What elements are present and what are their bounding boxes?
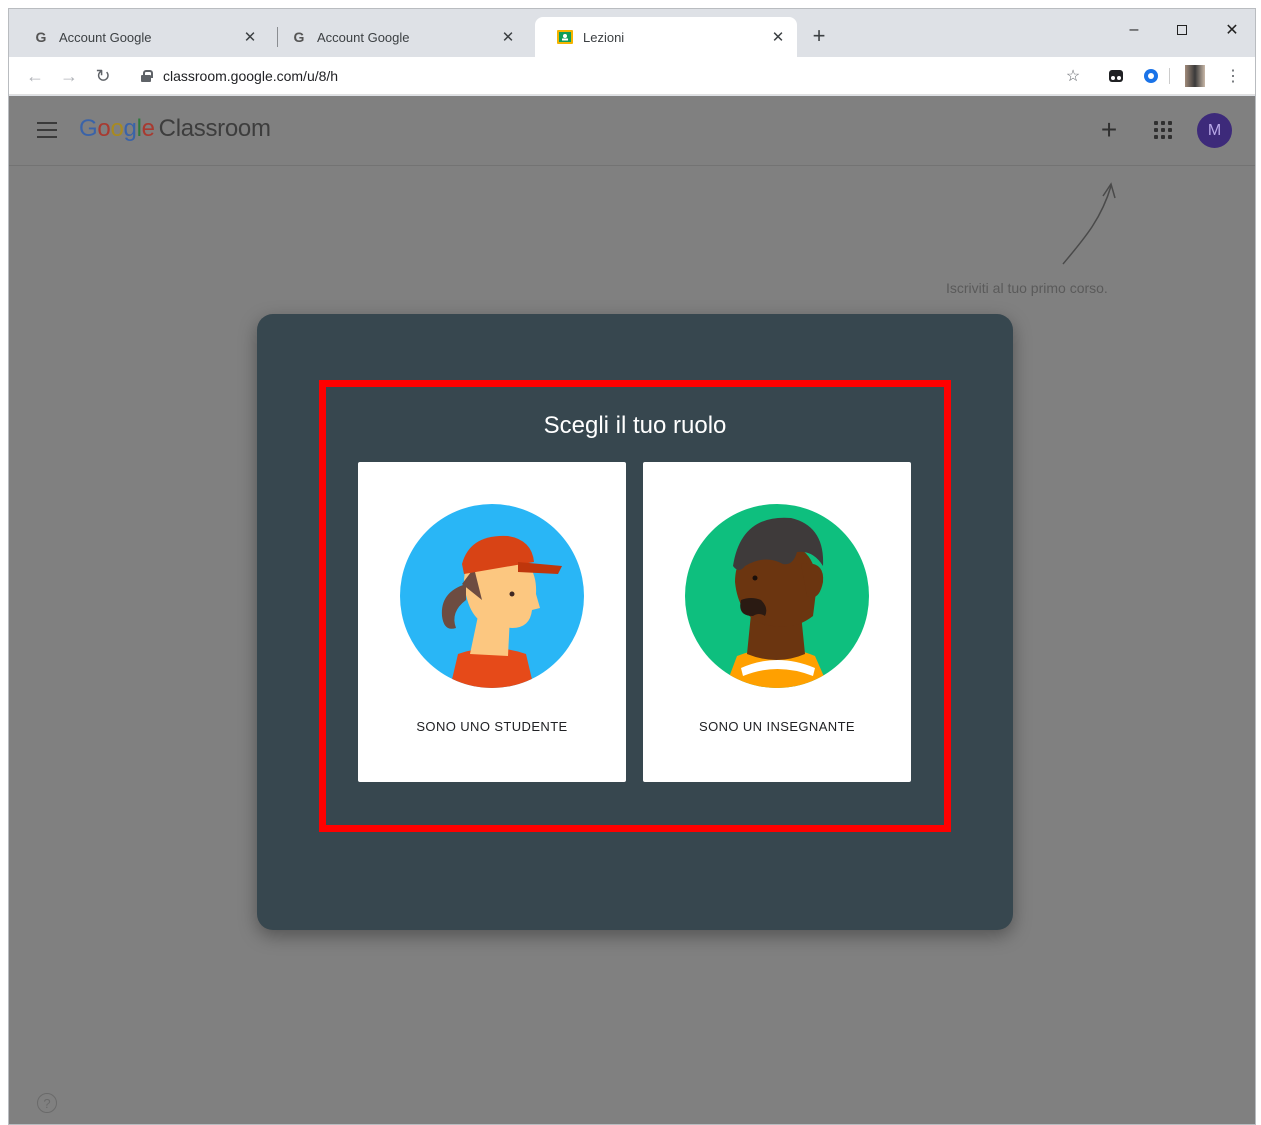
google-g-icon: G bbox=[293, 29, 305, 45]
app-bar: Google Classroom + M bbox=[9, 96, 1255, 166]
forward-arrow-icon[interactable]: → bbox=[57, 64, 81, 88]
incognito-extension-icon[interactable] bbox=[1106, 66, 1126, 86]
classroom-page: Google Classroom + M Iscriviti al tuo pri… bbox=[9, 96, 1255, 1124]
close-tab-icon[interactable]: ✕ bbox=[241, 28, 259, 46]
browser-window: G Account Google ✕ G Account Google ✕ Le… bbox=[8, 8, 1256, 1125]
maximize-button[interactable] bbox=[1159, 15, 1205, 45]
profile-icon[interactable] bbox=[1185, 65, 1205, 87]
add-class-button[interactable]: + bbox=[1095, 114, 1123, 145]
teacher-illustration bbox=[685, 504, 869, 688]
extension-icon[interactable] bbox=[1141, 66, 1161, 86]
join-class-hint: Iscriviti al tuo primo corso. bbox=[946, 280, 1108, 296]
toolbar-divider bbox=[1169, 68, 1170, 84]
role-dialog: Scegli il tuo ruolo SONO UNO STUDENTE SO… bbox=[257, 314, 1013, 930]
avatar[interactable]: M bbox=[1197, 113, 1232, 148]
new-tab-button[interactable]: + bbox=[807, 23, 831, 48]
window-close-button[interactable]: ✕ bbox=[1209, 15, 1255, 45]
back-arrow-icon[interactable]: ← bbox=[23, 64, 47, 88]
student-role-card[interactable]: SONO UNO STUDENTE bbox=[358, 462, 626, 782]
logo-google-text: Google bbox=[79, 115, 155, 142]
tab-account-google-1[interactable]: G Account Google ✕ bbox=[11, 17, 269, 57]
close-tab-icon[interactable]: ✕ bbox=[769, 28, 787, 46]
teacher-role-card[interactable]: SONO UN INSEGNANTE bbox=[643, 462, 911, 782]
teacher-label: SONO UN INSEGNANTE bbox=[699, 719, 855, 734]
lock-icon bbox=[141, 70, 153, 82]
tab-account-google-2[interactable]: G Account Google ✕ bbox=[269, 17, 527, 57]
reload-icon[interactable]: ↻ bbox=[91, 64, 115, 88]
tab-title: Account Google bbox=[59, 29, 152, 45]
google-g-icon: G bbox=[35, 29, 47, 45]
classroom-icon bbox=[557, 29, 573, 45]
logo-product-text: Classroom bbox=[158, 115, 271, 142]
help-icon[interactable]: ? bbox=[37, 1093, 57, 1113]
url-text: classroom.google.com/u/8/h bbox=[163, 68, 339, 84]
browser-toolbar: ← → ↻ classroom.google.com/u/8/h ☆ ⋮ bbox=[9, 57, 1255, 95]
hint-arrow-icon bbox=[1062, 182, 1116, 265]
address-bar[interactable]: classroom.google.com/u/8/h bbox=[127, 61, 1087, 91]
student-illustration bbox=[400, 504, 584, 688]
main-menu-icon[interactable] bbox=[37, 122, 57, 138]
google-apps-icon[interactable] bbox=[1152, 119, 1174, 141]
tab-title: Account Google bbox=[317, 29, 410, 45]
minimize-button[interactable]: – bbox=[1111, 15, 1157, 45]
menu-dots-icon[interactable]: ⋮ bbox=[1223, 66, 1243, 86]
close-tab-icon[interactable]: ✕ bbox=[499, 28, 517, 46]
dialog-title: Scegli il tuo ruolo bbox=[543, 412, 727, 439]
student-label: SONO UNO STUDENTE bbox=[416, 719, 568, 734]
google-classroom-logo[interactable]: Google Classroom bbox=[79, 115, 271, 143]
tab-lezioni[interactable]: Lezioni ✕ bbox=[535, 17, 797, 57]
bookmark-star-icon[interactable]: ☆ bbox=[1063, 66, 1083, 86]
tab-strip: G Account Google ✕ G Account Google ✕ Le… bbox=[9, 9, 1255, 57]
tab-title: Lezioni bbox=[583, 29, 625, 45]
